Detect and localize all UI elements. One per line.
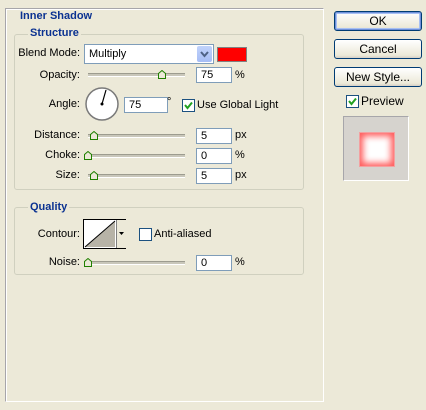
size-label: Size:: [55, 169, 80, 181]
angle-dial[interactable]: [84, 86, 120, 122]
contour-curve-icon: [84, 220, 116, 248]
size-slider-track[interactable]: [88, 174, 185, 178]
checkmark-icon: [184, 101, 193, 110]
noise-input[interactable]: 0: [196, 255, 232, 271]
angle-unit: °: [167, 96, 172, 108]
angle-label: Angle:: [48, 98, 80, 110]
noise-label: Noise:: [48, 256, 80, 268]
opacity-input[interactable]: 75: [196, 67, 232, 83]
preview-label[interactable]: Preview: [361, 95, 404, 108]
shadow-color-swatch[interactable]: [217, 47, 247, 62]
noise-slider-thumb[interactable]: [84, 258, 92, 267]
quality-legend: Quality: [28, 201, 70, 214]
distance-label: Distance:: [34, 129, 80, 141]
angle-input[interactable]: 75: [124, 97, 168, 113]
contour-picker[interactable]: [83, 219, 126, 249]
choke-label: Choke:: [45, 149, 80, 161]
style-preview: [343, 116, 409, 181]
distance-input[interactable]: 5: [196, 128, 232, 144]
contour-dropdown-button[interactable]: [116, 220, 126, 248]
noise-slider-track[interactable]: [88, 261, 185, 265]
size-input[interactable]: 5: [196, 168, 232, 184]
size-unit: px: [235, 169, 247, 181]
preview-checkbox[interactable]: [346, 95, 359, 108]
checkmark-icon: [348, 97, 357, 106]
use-global-light-checkbox[interactable]: [182, 99, 195, 112]
opacity-unit: %: [235, 69, 245, 81]
blend-mode-value: Multiply: [89, 48, 127, 60]
preview-swatch: [359, 132, 395, 167]
new-style-button[interactable]: New Style...: [334, 67, 422, 87]
caret-down-icon: [119, 232, 124, 235]
contour-label: Contour:: [37, 228, 80, 240]
opacity-label: Opacity:: [39, 69, 80, 81]
panel-title: Inner Shadow: [18, 10, 95, 23]
distance-slider-track[interactable]: [88, 134, 185, 138]
blend-mode-label: Blend Mode:: [18, 47, 80, 59]
distance-unit: px: [235, 129, 247, 141]
choke-slider-track[interactable]: [88, 154, 185, 158]
distance-slider-thumb[interactable]: [90, 131, 98, 140]
anti-aliased-label[interactable]: Anti-aliased: [154, 228, 211, 241]
blend-mode-select[interactable]: Multiply: [84, 44, 214, 64]
cancel-button[interactable]: Cancel: [334, 39, 422, 59]
noise-unit: %: [235, 256, 245, 268]
structure-legend: Structure: [28, 27, 81, 40]
opacity-slider-track[interactable]: [88, 73, 185, 77]
anti-aliased-checkbox[interactable]: [139, 228, 152, 241]
choke-unit: %: [235, 149, 245, 161]
size-slider-thumb[interactable]: [90, 171, 98, 180]
use-global-light-label[interactable]: Use Global Light: [197, 99, 278, 112]
choke-slider-thumb[interactable]: [84, 151, 92, 160]
choke-input[interactable]: 0: [196, 148, 232, 164]
opacity-slider-thumb[interactable]: [158, 70, 166, 79]
chevron-down-icon[interactable]: [197, 46, 212, 62]
ok-button[interactable]: OK: [334, 11, 422, 31]
